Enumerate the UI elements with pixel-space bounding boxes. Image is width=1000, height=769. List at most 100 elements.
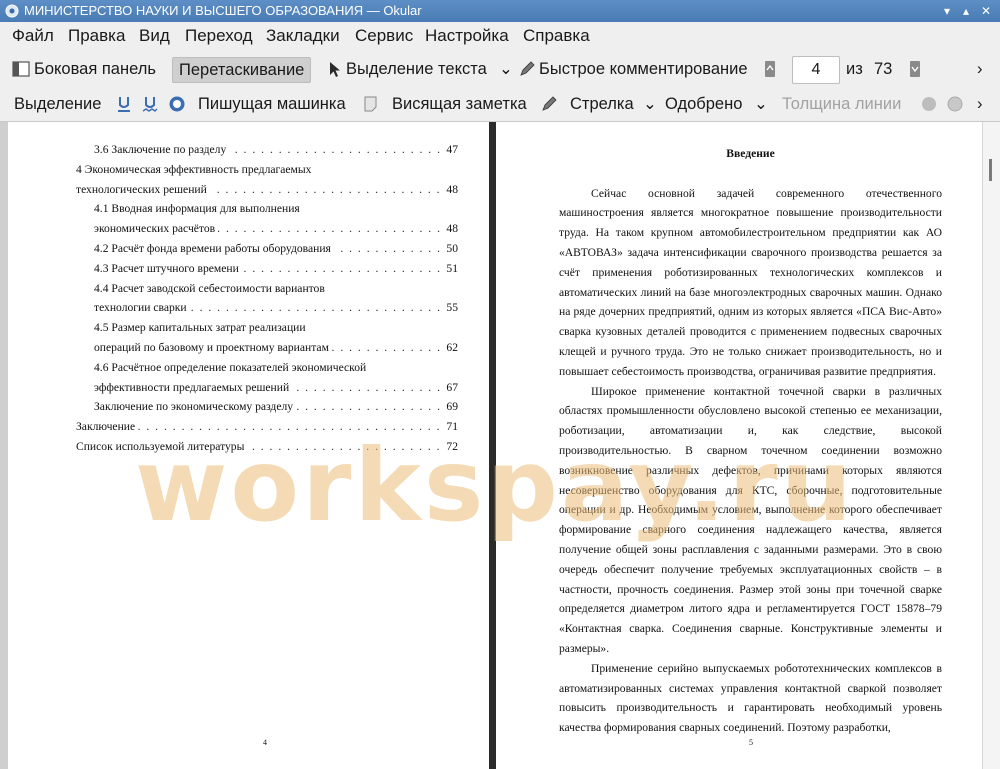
window-title: МИНИСТЕРСТВО НАУКИ И ВЫСШЕГО ОБРАЗОВАНИЯ…	[24, 3, 422, 18]
toc-page-number: 71	[443, 417, 458, 437]
menu-settings[interactable]: Настройка	[425, 26, 509, 46]
menu-bar: Файл Правка Вид Переход Закладки Сервис …	[0, 22, 1000, 50]
squiggly-underline-icon[interactable]	[141, 95, 159, 113]
maximize-icon[interactable]: ▴	[957, 2, 975, 20]
okular-app-icon	[5, 4, 19, 18]
toc-entry-text: технологических решений	[76, 179, 210, 200]
close-icon[interactable]: ✕	[977, 2, 995, 20]
toc-page-number: 67	[443, 377, 458, 398]
vertical-scrollbar[interactable]	[982, 122, 1000, 769]
toc-entry-text: технологии сварки	[94, 298, 190, 319]
toc-entry-text: операций по базовому и проектному вариан…	[94, 337, 332, 358]
toc-entry-text: 4.6 Расчётное определение показателей эк…	[94, 357, 370, 378]
pen-icon	[520, 61, 535, 76]
menu-file[interactable]: Файл	[12, 26, 54, 46]
sidebar-icon	[12, 61, 30, 77]
toc-entry-text: 4.5 Размер капитальных затрат реализации	[94, 318, 309, 338]
menu-go[interactable]: Переход	[185, 26, 253, 46]
toc-entry-text: экономических расчётов	[94, 219, 219, 239]
toc-entry[interactable]: Список используемой литературы. . . . . …	[76, 436, 458, 457]
toc-entry-text: 4 Экономическая эффективность предлагаем…	[76, 159, 315, 180]
toc-page-number: 72	[443, 436, 458, 457]
toc-entry[interactable]: 4.6 Расчётное определение показателей эк…	[76, 357, 458, 378]
page-number-right: 5	[749, 738, 753, 747]
toc-entry-text: Список используемой литературы	[76, 436, 248, 457]
page-of-label: из	[846, 60, 863, 78]
toc-page-number: 51	[443, 258, 458, 279]
table-of-contents: 3.6 Заключение по разделу. . . . . . . .…	[76, 140, 458, 457]
toc-page-number: 62	[443, 337, 458, 358]
quick-comment-button[interactable]: Быстрое комментирование	[539, 57, 748, 81]
arrow-dropdown-icon[interactable]: ⌄	[643, 92, 657, 116]
toc-entry[interactable]: экономических расчётов. . . . . . . . . …	[76, 219, 458, 239]
note-icon	[364, 96, 377, 112]
menu-bookmarks[interactable]: Закладки	[266, 26, 340, 46]
toc-entry[interactable]: 4.5 Размер капитальных затрат реализации	[76, 318, 458, 338]
toc-page-number: 47	[443, 140, 458, 160]
cursor-icon	[330, 62, 340, 77]
toc-entry[interactable]: операций по базовому и проектному вариан…	[76, 337, 458, 358]
toc-entry[interactable]: Заключение. . . . . . . . . . . . . . . …	[76, 417, 458, 437]
toc-entry[interactable]: 3.6 Заключение по разделу. . . . . . . .…	[76, 140, 458, 160]
sticky-note-button[interactable]: Висящая заметка	[392, 92, 527, 116]
page-5: Введение Сейчас основной задачей совреме…	[496, 122, 982, 769]
page-number-left: 4	[263, 738, 267, 747]
sidebar-button[interactable]: Боковая панель	[34, 57, 156, 81]
approved-dropdown-icon[interactable]: ⌄	[754, 92, 768, 116]
toc-entry[interactable]: технологических решений. . . . . . . . .…	[76, 179, 458, 200]
page-number-input[interactable]: 4	[792, 56, 840, 84]
scrollbar-thumb[interactable]	[989, 159, 992, 181]
toc-entry-text: 3.6 Заключение по разделу	[94, 140, 230, 160]
menu-edit[interactable]: Правка	[68, 26, 125, 46]
toc-page-number: 50	[443, 238, 458, 259]
toc-entry[interactable]: технологии сварки. . . . . . . . . . . .…	[76, 298, 458, 319]
toolbar-overflow-icon[interactable]: ›	[977, 57, 983, 81]
underline-icon[interactable]	[115, 95, 133, 113]
toc-entry[interactable]: Заключение по экономическому разделу. . …	[76, 397, 458, 418]
toc-page-number: 69	[443, 397, 458, 418]
page-4: 3.6 Заключение по разделу. . . . . . . .…	[8, 122, 489, 769]
toc-entry[interactable]: 4.2 Расчёт фонда времени работы оборудов…	[76, 238, 458, 259]
toc-entry[interactable]: эффективности предлагаемых решений. . . …	[76, 377, 458, 398]
typewriter-button[interactable]: Пишущая машинка	[198, 92, 346, 116]
annotation-toolbar: Выделение Пишущая машинка Висящая заметк…	[0, 87, 1000, 122]
toc-entry[interactable]: 4 Экономическая эффективность предлагаем…	[76, 159, 458, 180]
toc-entry-text: 4.2 Расчёт фонда времени работы оборудов…	[94, 238, 334, 259]
section-heading: Введение	[726, 147, 775, 160]
page-separator	[489, 122, 496, 769]
selection-tool-button[interactable]: Выделение	[14, 92, 101, 116]
toc-entry-text: 4.4 Расчет заводской себестоимости вариа…	[94, 278, 328, 299]
drag-mode-button[interactable]: Перетаскивание	[172, 57, 312, 83]
page-up-icon[interactable]	[764, 60, 776, 78]
text-select-button[interactable]: Выделение текста	[346, 57, 487, 81]
toc-entry-text: эффективности предлагаемых решений	[94, 377, 293, 398]
arrow-tool-icon	[542, 96, 557, 111]
toc-entry-text: Заключение по экономическому разделу	[94, 397, 297, 418]
toc-entry[interactable]: 4.1 Вводная информация для выполнения	[76, 199, 458, 220]
paragraph: Применение серийно выпускаемых робототех…	[559, 661, 942, 735]
toc-entry-text: 4.3 Расчет штучного времени	[94, 258, 242, 279]
approved-stamp-button[interactable]: Одобрено	[665, 92, 742, 116]
toc-entry-text: 4.1 Вводная информация для выполнения	[94, 199, 303, 220]
document-viewport[interactable]: 3.6 Заключение по разделу. . . . . . . .…	[0, 122, 1000, 769]
page-down-icon[interactable]	[909, 60, 921, 78]
line-width-button[interactable]: Толщина линии	[782, 92, 901, 116]
toc-page-number: 48	[443, 179, 458, 200]
toc-entry-text: Заключение	[76, 417, 139, 437]
color-icon	[922, 97, 936, 111]
chevron-down-icon[interactable]: ⌄	[499, 57, 513, 81]
opacity-icon	[947, 96, 963, 112]
arrow-button[interactable]: Стрелка	[570, 92, 634, 116]
stamp-icon[interactable]	[168, 95, 186, 113]
title-bar: МИНИСТЕРСТВО НАУКИ И ВЫСШЕГО ОБРАЗОВАНИЯ…	[0, 0, 1000, 22]
toc-entry[interactable]: 4.4 Расчет заводской себестоимости вариа…	[76, 278, 458, 299]
paragraph: Сейчас основной задачей современного оте…	[559, 186, 942, 378]
main-toolbar: Боковая панель Перетаскивание Выделение …	[0, 52, 1000, 86]
menu-tools[interactable]: Сервис	[355, 26, 413, 46]
menu-help[interactable]: Справка	[523, 26, 590, 46]
toolbar2-overflow-icon[interactable]: ›	[977, 92, 983, 116]
minimize-icon[interactable]: ▾	[938, 2, 956, 20]
menu-view[interactable]: Вид	[139, 26, 170, 46]
toc-entry[interactable]: 4.3 Расчет штучного времени. . . . . . .…	[76, 258, 458, 279]
toc-page-number: 55	[443, 298, 458, 319]
